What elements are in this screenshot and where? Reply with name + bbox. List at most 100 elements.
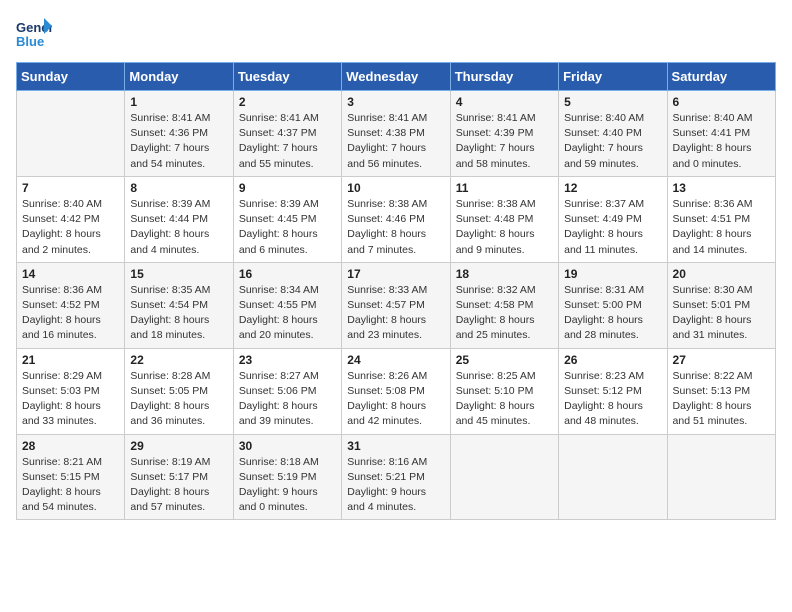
day-detail: Sunrise: 8:39 AM Sunset: 4:44 PM Dayligh… (130, 197, 227, 258)
calendar-header-row: SundayMondayTuesdayWednesdayThursdayFrid… (17, 63, 776, 91)
day-number: 28 (22, 439, 119, 453)
calendar-cell (559, 434, 667, 520)
calendar-cell: 21Sunrise: 8:29 AM Sunset: 5:03 PM Dayli… (17, 348, 125, 434)
day-detail: Sunrise: 8:16 AM Sunset: 5:21 PM Dayligh… (347, 455, 444, 516)
day-number: 8 (130, 181, 227, 195)
day-detail: Sunrise: 8:41 AM Sunset: 4:37 PM Dayligh… (239, 111, 336, 172)
day-detail: Sunrise: 8:41 AM Sunset: 4:39 PM Dayligh… (456, 111, 553, 172)
day-detail: Sunrise: 8:25 AM Sunset: 5:10 PM Dayligh… (456, 369, 553, 430)
calendar-week-row: 28 Sunrise: 8:21 AM Sunset: 5:15 PM Dayli… (17, 434, 776, 520)
calendar-cell: 24 Sunrise: 8:26 AM Sunset: 5:08 PM Dayli… (342, 348, 450, 434)
day-detail: Sunrise: 8:33 AM Sunset: 4:57 PM Dayligh… (347, 283, 444, 344)
calendar-cell: 7 Sunrise: 8:40 AM Sunset: 4:42 PM Daylig… (17, 176, 125, 262)
calendar-cell: 13 Sunrise: 8:36 AM Sunset: 4:51 PM Dayli… (667, 176, 775, 262)
day-detail: Sunrise: 8:39 AM Sunset: 4:45 PM Dayligh… (239, 197, 336, 258)
calendar-cell: 28 Sunrise: 8:21 AM Sunset: 5:15 PM Dayli… (17, 434, 125, 520)
day-detail: Sunrise: 8:38 AM Sunset: 4:48 PM Dayligh… (456, 197, 553, 258)
logo: General Blue (16, 16, 56, 52)
day-number: 20 (673, 267, 770, 281)
calendar-cell: 2Sunrise: 8:41 AM Sunset: 4:37 PM Daylig… (233, 91, 341, 177)
calendar-cell: 26 Sunrise: 8:23 AM Sunset: 5:12 PM Dayli… (559, 348, 667, 434)
calendar-cell (17, 91, 125, 177)
col-header-monday: Monday (125, 63, 233, 91)
day-detail: Sunrise: 8:30 AM Sunset: 5:01 PM Dayligh… (673, 283, 770, 344)
day-detail: Sunrise: 8:40 AM Sunset: 4:42 PM Dayligh… (22, 197, 119, 258)
logo-icon: General Blue (16, 16, 52, 52)
calendar-cell: 12Sunrise: 8:37 AM Sunset: 4:49 PM Dayli… (559, 176, 667, 262)
day-detail: Sunrise: 8:40 AM Sunset: 4:41 PM Dayligh… (673, 111, 770, 172)
day-detail: Sunrise: 8:28 AM Sunset: 5:05 PM Dayligh… (130, 369, 227, 430)
calendar-cell: 20 Sunrise: 8:30 AM Sunset: 5:01 PM Dayli… (667, 262, 775, 348)
day-number: 26 (564, 353, 661, 367)
day-detail: Sunrise: 8:32 AM Sunset: 4:58 PM Dayligh… (456, 283, 553, 344)
day-detail: Sunrise: 8:40 AM Sunset: 4:40 PM Dayligh… (564, 111, 661, 172)
calendar-cell: 23Sunrise: 8:27 AM Sunset: 5:06 PM Dayli… (233, 348, 341, 434)
calendar-cell: 1 Sunrise: 8:41 AM Sunset: 4:36 PM Daylig… (125, 91, 233, 177)
day-number: 14 (22, 267, 119, 281)
day-detail: Sunrise: 8:36 AM Sunset: 4:52 PM Dayligh… (22, 283, 119, 344)
calendar-cell: 11 Sunrise: 8:38 AM Sunset: 4:48 PM Dayli… (450, 176, 558, 262)
calendar-cell (667, 434, 775, 520)
col-header-friday: Friday (559, 63, 667, 91)
day-number: 6 (673, 95, 770, 109)
day-number: 13 (673, 181, 770, 195)
day-number: 25 (456, 353, 553, 367)
col-header-wednesday: Wednesday (342, 63, 450, 91)
calendar-cell: 9 Sunrise: 8:39 AM Sunset: 4:45 PM Daylig… (233, 176, 341, 262)
calendar-cell: 8 Sunrise: 8:39 AM Sunset: 4:44 PM Daylig… (125, 176, 233, 262)
day-detail: Sunrise: 8:36 AM Sunset: 4:51 PM Dayligh… (673, 197, 770, 258)
day-number: 11 (456, 181, 553, 195)
page-header: General Blue (16, 16, 776, 52)
calendar-cell: 6 Sunrise: 8:40 AM Sunset: 4:41 PM Daylig… (667, 91, 775, 177)
calendar-cell: 5 Sunrise: 8:40 AM Sunset: 4:40 PM Daylig… (559, 91, 667, 177)
day-detail: Sunrise: 8:34 AM Sunset: 4:55 PM Dayligh… (239, 283, 336, 344)
day-detail: Sunrise: 8:41 AM Sunset: 4:36 PM Dayligh… (130, 111, 227, 172)
calendar-cell (450, 434, 558, 520)
calendar-body: 1 Sunrise: 8:41 AM Sunset: 4:36 PM Daylig… (17, 91, 776, 520)
calendar-cell: 18 Sunrise: 8:32 AM Sunset: 4:58 PM Dayli… (450, 262, 558, 348)
day-number: 24 (347, 353, 444, 367)
day-number: 4 (456, 95, 553, 109)
calendar-cell: 25 Sunrise: 8:25 AM Sunset: 5:10 PM Dayli… (450, 348, 558, 434)
col-header-saturday: Saturday (667, 63, 775, 91)
calendar-week-row: 7 Sunrise: 8:40 AM Sunset: 4:42 PM Daylig… (17, 176, 776, 262)
day-number: 10 (347, 181, 444, 195)
calendar-cell: 29 Sunrise: 8:19 AM Sunset: 5:17 PM Dayli… (125, 434, 233, 520)
calendar-week-row: 1 Sunrise: 8:41 AM Sunset: 4:36 PM Daylig… (17, 91, 776, 177)
day-number: 1 (130, 95, 227, 109)
svg-text:Blue: Blue (16, 34, 44, 49)
day-number: 30 (239, 439, 336, 453)
day-number: 18 (456, 267, 553, 281)
col-header-thursday: Thursday (450, 63, 558, 91)
calendar-cell: 14 Sunrise: 8:36 AM Sunset: 4:52 PM Dayli… (17, 262, 125, 348)
col-header-sunday: Sunday (17, 63, 125, 91)
day-detail: Sunrise: 8:23 AM Sunset: 5:12 PM Dayligh… (564, 369, 661, 430)
day-number: 27 (673, 353, 770, 367)
day-detail: Sunrise: 8:37 AM Sunset: 4:49 PM Dayligh… (564, 197, 661, 258)
day-detail: Sunrise: 8:19 AM Sunset: 5:17 PM Dayligh… (130, 455, 227, 516)
calendar-cell: 16Sunrise: 8:34 AM Sunset: 4:55 PM Dayli… (233, 262, 341, 348)
day-number: 7 (22, 181, 119, 195)
day-detail: Sunrise: 8:18 AM Sunset: 5:19 PM Dayligh… (239, 455, 336, 516)
calendar-cell: 15Sunrise: 8:35 AM Sunset: 4:54 PM Dayli… (125, 262, 233, 348)
calendar-cell: 30 Sunrise: 8:18 AM Sunset: 5:19 PM Dayli… (233, 434, 341, 520)
day-detail: Sunrise: 8:22 AM Sunset: 5:13 PM Dayligh… (673, 369, 770, 430)
calendar-week-row: 14 Sunrise: 8:36 AM Sunset: 4:52 PM Dayli… (17, 262, 776, 348)
calendar-week-row: 21Sunrise: 8:29 AM Sunset: 5:03 PM Dayli… (17, 348, 776, 434)
calendar-cell: 3 Sunrise: 8:41 AM Sunset: 4:38 PM Daylig… (342, 91, 450, 177)
day-number: 29 (130, 439, 227, 453)
day-detail: Sunrise: 8:29 AM Sunset: 5:03 PM Dayligh… (22, 369, 119, 430)
calendar-cell: 4 Sunrise: 8:41 AM Sunset: 4:39 PM Daylig… (450, 91, 558, 177)
day-number: 15 (130, 267, 227, 281)
calendar-cell: 10 Sunrise: 8:38 AM Sunset: 4:46 PM Dayli… (342, 176, 450, 262)
calendar-cell: 22Sunrise: 8:28 AM Sunset: 5:05 PM Dayli… (125, 348, 233, 434)
day-number: 9 (239, 181, 336, 195)
day-number: 3 (347, 95, 444, 109)
day-number: 5 (564, 95, 661, 109)
day-detail: Sunrise: 8:21 AM Sunset: 5:15 PM Dayligh… (22, 455, 119, 516)
day-detail: Sunrise: 8:41 AM Sunset: 4:38 PM Dayligh… (347, 111, 444, 172)
day-detail: Sunrise: 8:31 AM Sunset: 5:00 PM Dayligh… (564, 283, 661, 344)
calendar-cell: 19Sunrise: 8:31 AM Sunset: 5:00 PM Dayli… (559, 262, 667, 348)
day-detail: Sunrise: 8:26 AM Sunset: 5:08 PM Dayligh… (347, 369, 444, 430)
day-detail: Sunrise: 8:38 AM Sunset: 4:46 PM Dayligh… (347, 197, 444, 258)
